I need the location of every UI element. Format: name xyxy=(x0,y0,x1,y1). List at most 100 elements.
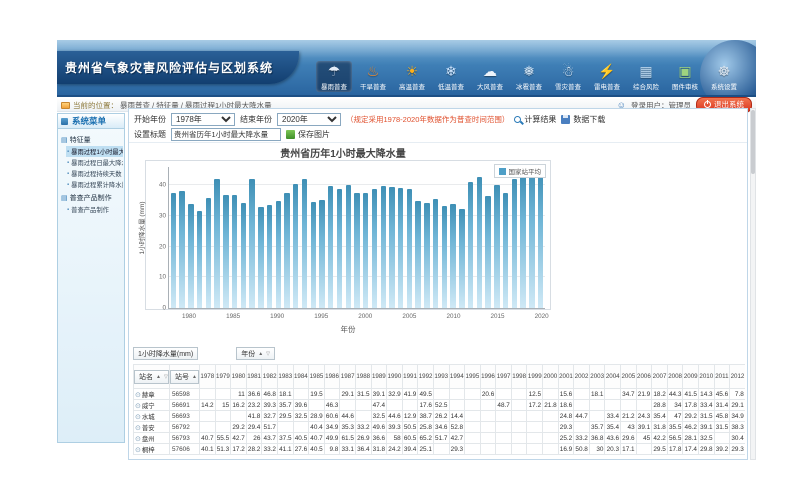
value-cell xyxy=(496,389,512,400)
sidebar-item-1-4[interactable]: ▪暴雨过程累计降水量 xyxy=(66,179,123,190)
nav-item-5[interactable]: ☁大风普查 xyxy=(472,61,508,92)
nav-item-3[interactable]: ☀高温普查 xyxy=(394,61,430,92)
calc-result-button[interactable]: 计算结果 xyxy=(514,114,556,125)
value-cell: 39.1 xyxy=(636,422,652,433)
bar-1990 xyxy=(276,201,281,308)
save-image-button[interactable]: 保存图片 xyxy=(286,129,330,140)
bar-1984 xyxy=(223,195,228,308)
nav-item-2[interactable]: ♨干旱普查 xyxy=(355,61,391,92)
value-cell: 30.4 xyxy=(730,433,745,444)
table-row[interactable]: ⊙威宁5669114.21516.223.239.335.739.646.347… xyxy=(134,400,746,411)
end-year-label: 结束年份 xyxy=(240,114,272,125)
nav-item-11[interactable]: ☸系统设置 xyxy=(706,61,742,92)
value-cell: 36.6 xyxy=(371,433,387,444)
value-cell: 31.5 xyxy=(355,389,371,400)
nav-item-label: 图件审核 xyxy=(667,81,703,91)
sidebar-item-2-1[interactable]: ▪普查产品制作 xyxy=(66,204,123,215)
x-tick-label: 2015 xyxy=(491,313,505,320)
nav-item-9[interactable]: ▦综合风险 xyxy=(628,61,664,92)
bar-2018 xyxy=(520,173,525,308)
nav-item-10[interactable]: ▣图件审核 xyxy=(667,61,703,92)
expand-row-icon[interactable]: ⊙ xyxy=(135,436,141,443)
chart-plot: 010203040 xyxy=(168,167,545,309)
sidebar-tree: ▤特征量▪暴雨过程1小时最大降水量▪暴雨过程日最大降水量▪暴雨过程持续天数▪暴雨… xyxy=(58,129,124,218)
value-cell: 29.2 xyxy=(231,422,247,433)
sort-asc-icon[interactable]: ▲ xyxy=(258,351,263,357)
x-tick-label: 1980 xyxy=(182,313,196,320)
value-cell: 39.3 xyxy=(387,422,403,433)
nav-menu: ☂暴雨普查♨干旱普查☀高温普查❄低温普查☁大风普查❅冰雹普查☃雪灾普查⚡雷电普查… xyxy=(316,61,742,92)
high-temp-icon: ☀ xyxy=(394,62,430,81)
value-cell xyxy=(511,400,527,411)
table-row[interactable]: ⊙赫章565981136.646.818.119.529.131.539.132… xyxy=(134,389,746,400)
table-row[interactable]: ⊙普安5679229.229.451.740.434.935.333.249.6… xyxy=(134,422,746,433)
value-cell: 29.8 xyxy=(699,444,715,455)
vertical-scrollbar[interactable] xyxy=(750,108,756,460)
nav-item-1[interactable]: ☂暴雨普查 xyxy=(316,61,352,92)
station-name-cell: ⊙普安 xyxy=(134,422,170,433)
value-cell: 40.1 xyxy=(200,444,216,455)
sidebar-item-1-2[interactable]: ▪暴雨过程日最大降水量 xyxy=(66,157,123,168)
sort-desc-icon[interactable]: ▽ xyxy=(164,374,168,380)
value-cell xyxy=(714,433,730,444)
value-cell: 56.5 xyxy=(667,433,683,444)
end-year-select[interactable]: 2020年 xyxy=(277,113,341,126)
sidebar-group-2[interactable]: ▤普查产品制作 xyxy=(61,193,123,203)
bar-1998 xyxy=(346,185,351,308)
value-cell xyxy=(215,411,231,422)
nav-item-label: 雷电普查 xyxy=(589,81,625,91)
value-cell xyxy=(511,444,527,455)
expand-row-icon[interactable]: ⊙ xyxy=(135,447,141,454)
value-filter-box[interactable]: 1小时降水量(mm) xyxy=(133,347,198,360)
nav-item-8[interactable]: ⚡雷电普查 xyxy=(589,61,625,92)
bar-1983 xyxy=(214,179,219,308)
year-sort-box[interactable]: 年份 ▲ ▽ xyxy=(236,347,275,360)
year-header-1979: 1979 xyxy=(215,365,231,389)
value-cell: 19.5 xyxy=(309,389,325,400)
table-row[interactable]: ⊙水城5669341.832.729.532.528.960.644.632.5… xyxy=(134,411,746,422)
expand-row-icon[interactable]: ⊙ xyxy=(135,403,141,410)
magnifier-icon xyxy=(514,116,521,123)
value-cell: 58 xyxy=(387,433,403,444)
table-row[interactable]: ⊙盘州5679340.755.542.72643.737.540.540.749… xyxy=(134,433,746,444)
value-cell: 28.1 xyxy=(683,433,699,444)
expand-row-icon[interactable]: ⊙ xyxy=(135,425,141,432)
value-cell xyxy=(465,422,481,433)
bar-1988 xyxy=(258,207,263,308)
data-table-section: 1小时降水量(mm) 年份 ▲ ▽ 站名▲▽站号▲▽19781979198019… xyxy=(133,347,745,459)
sort-asc-icon[interactable]: ▲ xyxy=(156,374,161,380)
sort-asc-icon[interactable]: ▲ xyxy=(192,374,197,380)
table-body: ⊙赫章565981136.646.818.119.529.131.539.132… xyxy=(134,389,746,455)
value-cell xyxy=(200,411,216,422)
station-id-sort-box[interactable]: 站号▲▽ xyxy=(170,370,199,384)
value-cell xyxy=(589,411,605,422)
bar-2015 xyxy=(494,185,499,308)
nav-item-6[interactable]: ❅冰雹普查 xyxy=(511,61,547,92)
value-cell: 32.9 xyxy=(387,389,403,400)
table-row[interactable]: ⊙桐梓5760640.151.317.228.233.241.127.640.5… xyxy=(134,444,746,455)
nav-item-4[interactable]: ❄低温普查 xyxy=(433,61,469,92)
value-cell: 17.4 xyxy=(683,444,699,455)
value-cell: 24.3 xyxy=(636,411,652,422)
station-name-sort-box[interactable]: 站名▲▽ xyxy=(134,370,169,384)
value-cell: 20.3 xyxy=(605,444,621,455)
value-cell: 60.5 xyxy=(402,433,418,444)
nav-item-7[interactable]: ☃雪灾普查 xyxy=(550,61,586,92)
expand-row-icon[interactable]: ⊙ xyxy=(135,414,141,421)
value-cell: 24.2 xyxy=(387,444,403,455)
sidebar-group-1[interactable]: ▤特征量 xyxy=(61,135,123,145)
value-cell: 40.5 xyxy=(309,444,325,455)
sidebar-item-1-1[interactable]: ▪暴雨过程1小时最大降水量 xyxy=(66,146,123,157)
doc-icon: ▪ xyxy=(67,149,69,155)
chart-title-input[interactable] xyxy=(171,128,281,141)
station-name-cell: ⊙水城 xyxy=(134,411,170,422)
scrollbar-thumb[interactable] xyxy=(751,110,755,174)
data-download-button[interactable]: 数据下载 xyxy=(561,114,605,125)
value-cell xyxy=(465,444,481,455)
value-cell: 20.6 xyxy=(480,389,496,400)
bar-1991 xyxy=(284,193,289,308)
sidebar-item-1-3[interactable]: ▪暴雨过程持续天数 xyxy=(66,168,123,179)
expand-row-icon[interactable]: ⊙ xyxy=(135,392,141,399)
start-year-select[interactable]: 1978年 xyxy=(171,113,235,126)
sort-desc-icon[interactable]: ▽ xyxy=(266,351,270,357)
